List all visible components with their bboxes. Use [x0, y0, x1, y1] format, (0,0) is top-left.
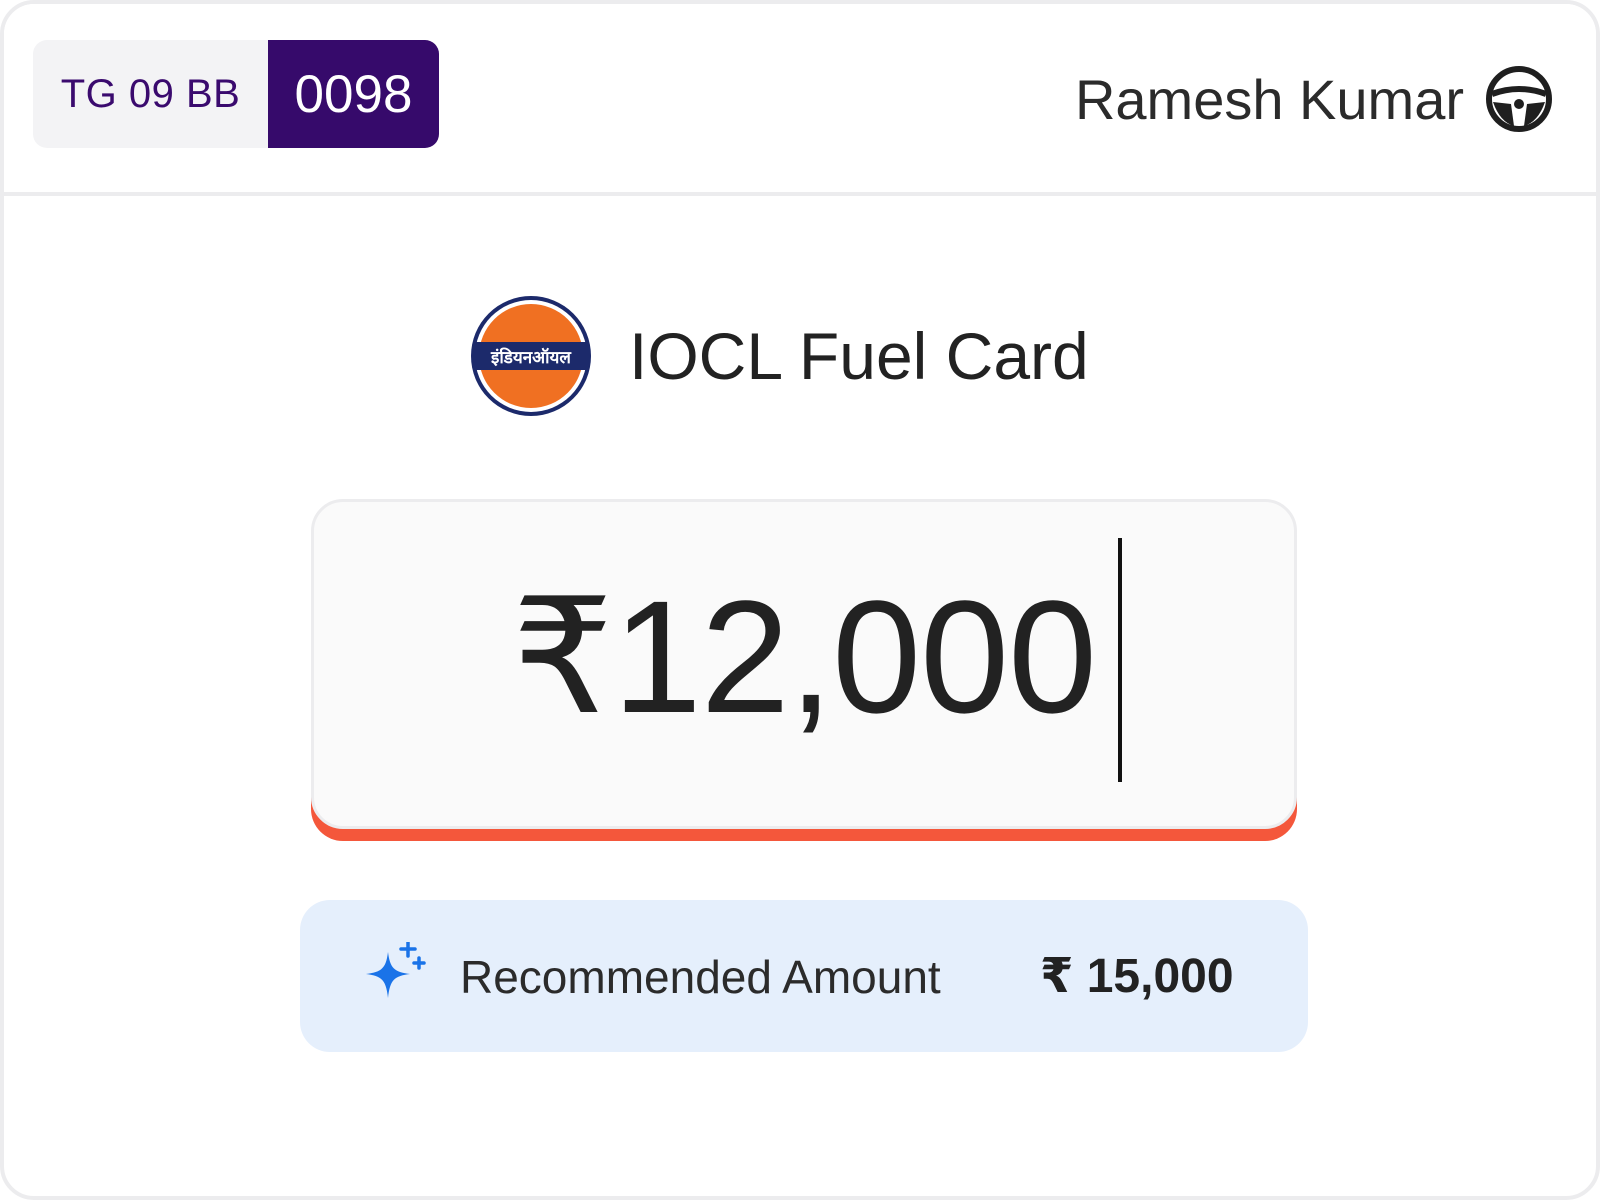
- plate-number: 0098: [268, 40, 439, 148]
- driver-name: Ramesh Kumar: [1074, 67, 1464, 131]
- sparkle-icon: [366, 942, 426, 998]
- recommended-amount-chip[interactable]: Recommended Amount ₹ 15,000: [300, 900, 1308, 1052]
- amount-input[interactable]: ₹12,000: [311, 499, 1297, 829]
- amount-value: ₹12,000: [511, 567, 1097, 746]
- plate-prefix: TG 09 BB: [33, 40, 268, 148]
- app-frame: TG 09 BB 0098 Ramesh Kumar इंडियनऑयल IOC…: [0, 0, 1600, 1200]
- driver-info[interactable]: Ramesh Kumar: [1075, 64, 1554, 134]
- recommended-label: Recommended Amount: [460, 951, 941, 1003]
- logo-text: इंडियनऑयल: [490, 347, 572, 368]
- text-caret: [1118, 538, 1122, 782]
- vehicle-plate[interactable]: TG 09 BB 0098: [33, 40, 439, 148]
- top-bar: TG 09 BB 0098 Ramesh Kumar: [4, 4, 1596, 196]
- fuel-card-header: इंडियनऑयल IOCL Fuel Card: [469, 294, 1089, 418]
- steering-wheel-icon: [1486, 66, 1552, 132]
- fuel-card-title: IOCL Fuel Card: [629, 319, 1089, 393]
- recommended-value: ₹ 15,000: [1040, 950, 1234, 1003]
- indian-oil-logo-icon: इंडियनऑयल: [471, 296, 591, 416]
